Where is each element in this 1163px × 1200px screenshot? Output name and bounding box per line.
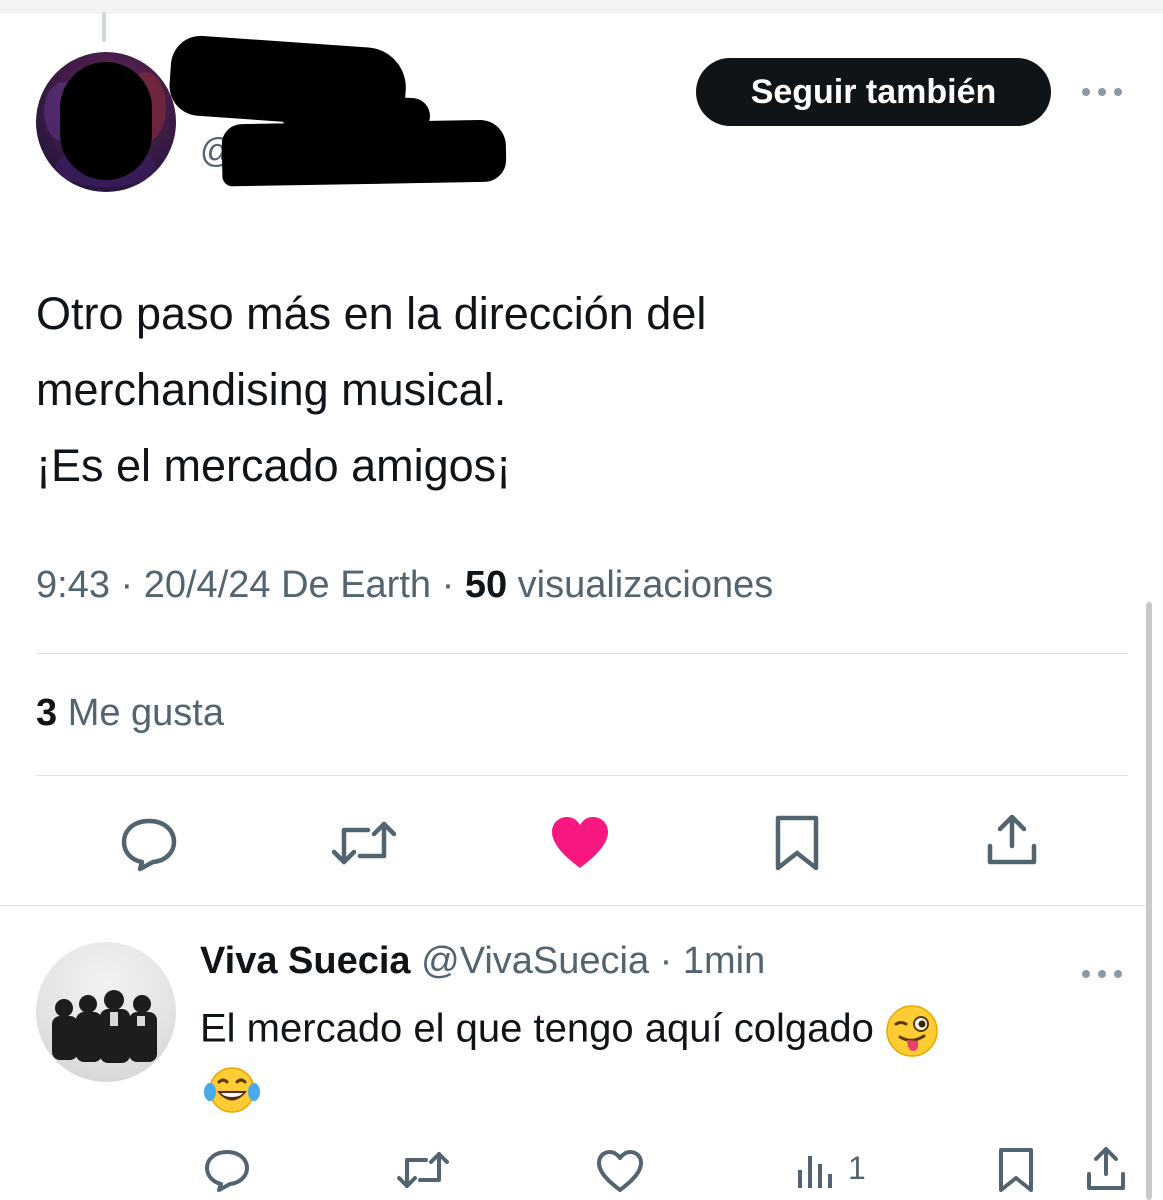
tweet-line: Otro paso más en la dirección del xyxy=(36,288,707,339)
tweet-line: merchandising musical. xyxy=(36,364,507,415)
retweet-icon[interactable] xyxy=(330,818,398,868)
heart-icon[interactable] xyxy=(550,816,610,870)
reply-icon[interactable] xyxy=(120,816,178,872)
reply-text-line: El mercado el que tengo aquí colgado xyxy=(200,1004,939,1058)
likes-count: 3 xyxy=(36,692,58,734)
more-icon[interactable] xyxy=(1080,956,1124,990)
bookmark-icon[interactable] xyxy=(996,1146,1036,1194)
reply-avatar[interactable] xyxy=(36,942,176,1082)
reply-author-name[interactable]: Viva Suecia xyxy=(200,940,411,982)
thread-line xyxy=(102,12,106,42)
divider xyxy=(36,653,1128,654)
more-icon[interactable] xyxy=(1080,74,1124,108)
reply-author-handle[interactable]: @VivaSuecia xyxy=(411,940,649,982)
reply-header: Viva Suecia @VivaSuecia · 1min xyxy=(200,940,765,983)
reply-text: El mercado el que tengo aquí colgado xyxy=(200,1006,885,1051)
scrollbar[interactable] xyxy=(1146,602,1152,1200)
reply-time[interactable]: · 1min xyxy=(649,940,766,982)
follow-button[interactable]: Seguir también xyxy=(696,58,1051,126)
views-label: visualizaciones xyxy=(507,564,774,606)
likes-label: Me gusta xyxy=(57,692,225,734)
top-strip xyxy=(0,0,1163,14)
heart-icon[interactable] xyxy=(596,1150,644,1192)
retweet-icon[interactable] xyxy=(396,1150,450,1190)
views-count: 50 xyxy=(464,564,508,606)
tweet-time[interactable]: 9:43 · 20/4/24 De Earth · xyxy=(36,564,465,606)
likes-summary[interactable]: 3 Me gusta xyxy=(36,692,224,735)
reply-views-count: 1 xyxy=(848,1150,866,1186)
share-icon[interactable] xyxy=(1084,1144,1128,1192)
tweet-text: Otro paso más en la dirección del mercha… xyxy=(36,276,706,504)
tweet-line: ¡Es el mercado amigos¡ xyxy=(36,440,512,491)
redacted-handle xyxy=(221,119,507,187)
laughing-tears-emoji xyxy=(204,1067,260,1113)
reply-icon[interactable] xyxy=(204,1148,250,1192)
views-icon[interactable] xyxy=(794,1150,838,1190)
divider xyxy=(36,775,1128,776)
redacted-avatar-mask xyxy=(60,62,152,180)
divider xyxy=(0,905,1146,906)
tweet-meta: 9:43 · 20/4/24 De Earth · 50 visualizaci… xyxy=(36,564,773,607)
share-icon[interactable] xyxy=(984,812,1040,868)
bookmark-icon[interactable] xyxy=(772,814,822,872)
winking-tongue-emoji xyxy=(886,1005,938,1057)
